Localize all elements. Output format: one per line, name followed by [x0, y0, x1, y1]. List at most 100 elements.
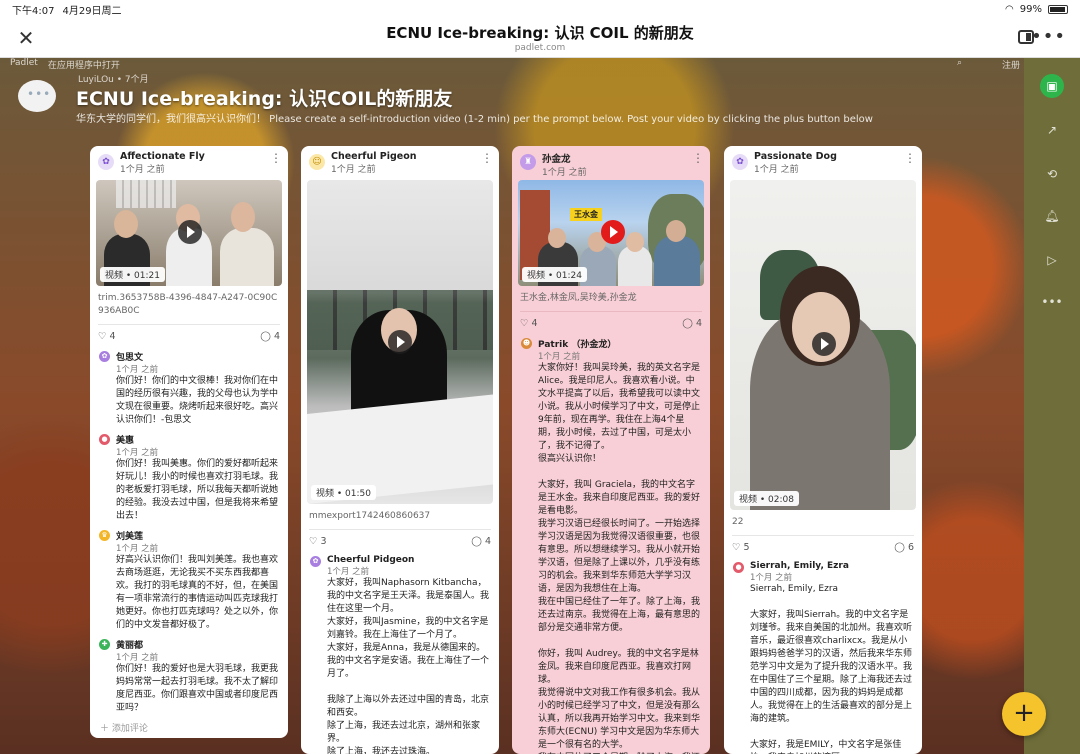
post-card-cheerful-pigeon[interactable]: ☺ Cheerful Pigeon 1个月 之前 ⋮ 视频 • 01:50 mm… [301, 146, 499, 754]
post-menu-icon[interactable]: ⋮ [270, 151, 282, 165]
more-actions-icon[interactable]: ••• [1040, 290, 1064, 314]
comment: ✿ Cheerful Pidgeon 1个月 之前 大家好，我叫Naphasor… [301, 551, 499, 754]
status-time: 下午4:07 [12, 5, 55, 17]
comment-text: Sierrah, Emily, Ezra 大家好，我叫Sierrah。我的中文名… [750, 584, 913, 754]
play-icon[interactable] [178, 220, 202, 244]
comment: ♛ 刘美莲 1个月 之前 好高兴认识你们！我叫刘美莲。我也喜欢去商场逛逛，无论我… [90, 525, 288, 634]
comment-author: Patrik （孙金龙） [538, 340, 617, 350]
comment-time: 1个月 之前 [538, 352, 581, 362]
post-menu-icon[interactable]: ⋮ [904, 151, 916, 165]
post-time: 1个月 之前 [120, 165, 165, 175]
comment-button[interactable]: ◯ 4 [471, 536, 491, 547]
reaction-bar: ♡ 3 ◯ 4 [309, 529, 491, 551]
video-thumbnail[interactable]: 视频 • 01:21 [96, 180, 282, 286]
comment-button[interactable]: ◯ 6 [894, 542, 914, 553]
comment-time: 1个月 之前 [327, 567, 370, 577]
comment: ● Sierrah, Emily, Ezra 1个月 之前 Sierrah, E… [724, 557, 922, 754]
post-caption: 王水金,林金凤,吴玲美,孙金龙 [520, 293, 637, 303]
comment-author: 黄丽都 [116, 641, 144, 651]
battery-icon [1048, 4, 1068, 14]
remake-icon[interactable]: ⟲ [1040, 162, 1064, 186]
post-author: Passionate Dog [754, 151, 837, 162]
avatar: ♜ [520, 154, 536, 170]
avatar: ✿ [732, 154, 748, 170]
comment-count: 4 [484, 536, 491, 547]
add-post-button[interactable]: + [1002, 692, 1046, 736]
post-card-passionate-dog[interactable]: ✿ Passionate Dog 1个月 之前 ⋮ 视频 • 02:08 22 … [724, 146, 922, 754]
padlet-home-icon[interactable]: ▣ [1040, 74, 1064, 98]
comment: ☻ Patrik （孙金龙） 1个月 之前 大家你好！我叫吴玲美，我的英文名字是… [512, 333, 710, 754]
post-header: ☺ Cheerful Pigeon 1个月 之前 ⋮ [301, 146, 499, 180]
comment-avatar: ♛ [99, 530, 110, 541]
post-time: 1个月 之前 [754, 165, 799, 175]
browser-title-bar: ✕ ECNU Ice-breaking: 认识 COIL 的新朋友 padlet… [0, 18, 1080, 58]
like-count: 3 [320, 536, 327, 547]
reaction-bar: ♡ 5 ◯ 6 [732, 535, 914, 557]
comment: ✚ 黄丽都 1个月 之前 你们好！我的爱好也是大羽毛球，我更我妈妈常常一起去打羽… [90, 634, 288, 717]
like-button[interactable]: ♡ 3 [309, 536, 327, 547]
more-options-icon[interactable]: ••• [1031, 26, 1066, 47]
post-caption: 22 [732, 517, 744, 527]
post-menu-icon[interactable]: ⋮ [481, 151, 493, 165]
avatar: ✿ [98, 154, 114, 170]
comment-time: 1个月 之前 [116, 653, 159, 663]
comment-time: 1个月 之前 [750, 573, 793, 583]
like-button[interactable]: ♡ 4 [98, 331, 116, 342]
chat-bubble-icon [18, 80, 56, 112]
comment-text: 好高兴认识你们！我叫刘美莲。我也喜欢去商场逛逛，无论我买不买东西我都喜欢。我打的… [116, 555, 279, 630]
comment-author: Cheerful Pidgeon [327, 555, 415, 565]
play-icon[interactable] [601, 220, 625, 244]
video-sign-text: 王水金 [570, 208, 602, 221]
like-count: 4 [531, 318, 538, 329]
reaction-bar: ♡ 4 ◯ 4 [520, 311, 702, 333]
top-nav: Padlet 在应用程序中打开 ⌕ 注册 [10, 58, 1020, 72]
padlet-logo-text[interactable]: Padlet [10, 58, 38, 72]
comment-avatar: ● [99, 434, 110, 445]
post-caption: mmexport1742460860637 [309, 511, 431, 521]
play-icon[interactable] [812, 332, 836, 356]
add-comment-button[interactable]: ＋ 添加评论 [90, 717, 288, 738]
post-author: Affectionate Fly [120, 151, 205, 162]
comment-text: 大家你好！我叫吴玲美，我的英文名字是Alice。我是印尼人。我喜欢看小说。中文水… [538, 363, 701, 754]
video-duration-label: 视频 • 01:24 [522, 267, 587, 282]
close-icon[interactable]: ✕ [14, 26, 38, 50]
post-time: 1个月 之前 [331, 165, 376, 175]
wifi-icon: ◠ [1005, 3, 1014, 15]
like-count: 5 [743, 542, 750, 553]
post-card-sun-jinlong[interactable]: ♜ 孙金龙 1个月 之前 ⋮ 王水金 视频 • 01:24 王水金,林金凤,吴玲… [512, 146, 710, 754]
post-header: ♜ 孙金龙 1个月 之前 ⋮ [512, 146, 710, 180]
comment-avatar: ● [733, 562, 744, 573]
post-header: ✿ Affectionate Fly 1个月 之前 ⋮ [90, 146, 288, 180]
comment-author: 包思文 [116, 353, 144, 363]
signup-link[interactable]: 注册 [1002, 58, 1020, 71]
comment-avatar: ✚ [99, 639, 110, 650]
post-card-affectionate-fly[interactable]: ✿ Affectionate Fly 1个月 之前 ⋮ 视频 • 01:21 t… [90, 146, 288, 738]
open-in-app-link[interactable]: 在应用程序中打开 [48, 58, 120, 72]
post-author: Cheerful Pigeon [331, 151, 417, 162]
comment-button[interactable]: ◯ 4 [260, 331, 280, 342]
post-author: 孙金龙 [542, 154, 571, 165]
bell-icon[interactable]: 🔔︎ [1040, 204, 1064, 228]
video-thumbnail[interactable]: 视频 • 01:50 [307, 180, 493, 504]
comment: ● 美惠 1个月 之前 你们好！我叫美惠。你们的爱好都听起来好玩儿！我小的时候也… [90, 429, 288, 525]
video-duration-label: 视频 • 01:21 [100, 267, 165, 282]
comment-time: 1个月 之前 [116, 544, 159, 554]
battery-percent: 99% [1019, 3, 1042, 15]
share-icon[interactable]: ↗ [1040, 118, 1064, 142]
video-thumbnail[interactable]: 视频 • 02:08 [730, 180, 916, 510]
post-menu-icon[interactable]: ⋮ [692, 151, 704, 165]
video-thumbnail[interactable]: 王水金 视频 • 01:24 [518, 180, 704, 286]
window-title-group: ECNU Ice-breaking: 认识 COIL 的新朋友 padlet.c… [300, 22, 780, 53]
like-count: 4 [109, 331, 116, 342]
like-button[interactable]: ♡ 4 [520, 318, 538, 329]
right-action-rail: ▣ ↗ ⟲ 🔔︎ ▷ ••• [1024, 58, 1080, 754]
slideshow-play-icon[interactable]: ▷ [1040, 248, 1064, 272]
video-duration-label: 视频 • 02:08 [734, 491, 799, 506]
comment-button[interactable]: ◯ 4 [682, 318, 702, 329]
like-button[interactable]: ♡ 5 [732, 542, 750, 553]
search-icon[interactable]: ⌕ [957, 58, 962, 71]
reaction-bar: ♡ 4 ◯ 4 [98, 324, 280, 346]
comment-count: 4 [695, 318, 702, 329]
window-title: ECNU Ice-breaking: 认识 COIL 的新朋友 [386, 24, 694, 42]
play-icon[interactable] [388, 330, 412, 354]
